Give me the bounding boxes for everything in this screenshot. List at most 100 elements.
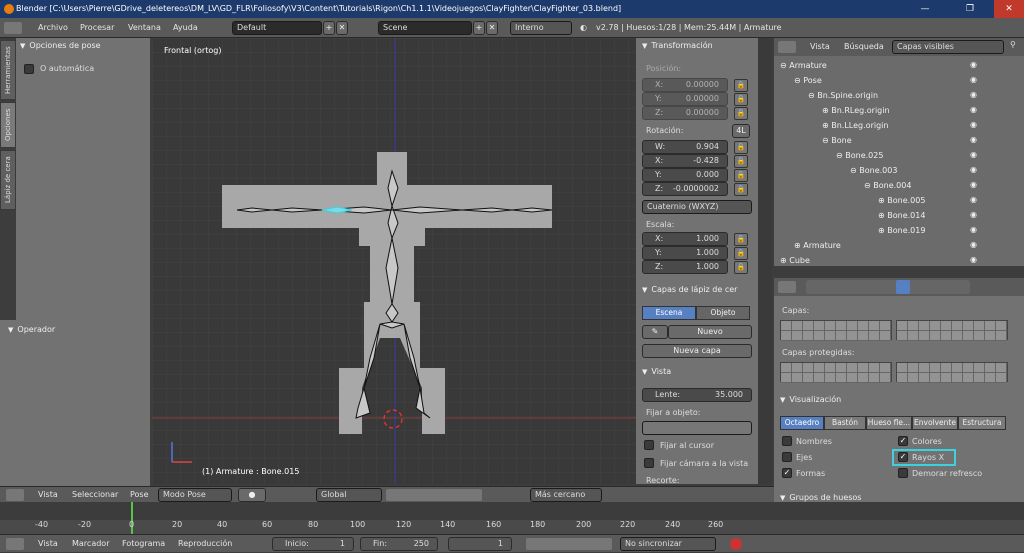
layer-cell[interactable] [825,363,836,373]
eye-icon[interactable]: ◉ [970,105,980,115]
frame-menu[interactable]: Fotograma [122,535,165,553]
layer-cell[interactable] [836,363,847,373]
remove-layout-button[interactable]: ✕ [336,21,348,35]
layer-cell[interactable] [963,321,974,331]
layer-cell[interactable] [974,321,985,331]
editor-type-icon[interactable] [4,22,22,34]
scale-z-field[interactable]: Z: 1.000 [642,260,728,274]
tab-stick[interactable]: Bastón [824,416,866,430]
layer-cell[interactable] [825,373,836,383]
layer-cell[interactable] [963,331,974,341]
lock-icon[interactable]: 🔒 [734,247,748,260]
layer-cell[interactable] [941,363,952,373]
layer-cell[interactable] [847,321,858,331]
menu-window[interactable]: Ventana [128,18,161,38]
layer-cell[interactable] [825,321,836,331]
grease-pencil-header[interactable]: ▼ Capas de lápiz de cer [642,282,737,298]
shading-select[interactable]: ● [238,488,266,502]
layer-cell[interactable] [941,331,952,341]
add-scene-button[interactable]: + [473,21,485,35]
layer-cell[interactable] [847,331,858,341]
list-item[interactable]: ⊖ Armature [780,58,827,73]
layer-cell[interactable] [803,321,814,331]
tab-object[interactable]: Objeto [696,306,750,320]
sync-select[interactable]: No sincronizar [620,537,716,551]
outliner-view-menu[interactable]: Vista [810,38,830,56]
list-item[interactable]: ⊕ Armature [794,238,841,253]
layer-buttons[interactable] [386,489,482,501]
new-layer-button[interactable]: Nueva capa [642,344,752,358]
layers-grid[interactable] [780,320,892,341]
lock-object-field[interactable] [642,421,752,435]
lock-icon[interactable]: 🔒 [734,79,748,92]
start-frame-field[interactable]: Inicio: 1 [272,537,354,551]
shapes-checkbox[interactable]: ✓ [782,468,792,478]
layer-cell[interactable] [869,331,880,341]
tab-grease-pencil[interactable]: Lápiz de cera [0,150,16,210]
lock-icon[interactable]: 🔒 [734,233,748,246]
viewport-canvas[interactable] [152,38,636,484]
bone-data-tab[interactable] [896,280,910,294]
layer-cell[interactable] [792,373,803,383]
layer-cell[interactable] [974,373,985,383]
layer-cell[interactable] [897,321,908,331]
rotation-4l-button[interactable]: 4L [732,124,750,138]
timeline[interactable]: -40 -20 0 20 40 60 80 100 120 140 160 18… [0,502,1024,534]
scale-y-field[interactable]: Y: 1.000 [642,246,728,260]
marker-menu[interactable]: Marcador [72,535,109,553]
eye-icon[interactable]: ◉ [970,195,980,205]
layer-cell[interactable] [985,363,996,373]
layer-cell[interactable] [858,373,869,383]
add-layout-button[interactable]: + [323,21,335,35]
snap-target-select[interactable]: Más cercano [530,488,602,502]
layer-cell[interactable] [869,363,880,373]
tab-scene[interactable]: Escena [642,306,696,320]
protected-layers-grid[interactable] [896,362,1008,383]
layer-cell[interactable] [974,331,985,341]
eye-icon[interactable]: ◉ [970,165,980,175]
layer-cell[interactable] [803,331,814,341]
layer-cell[interactable] [952,363,963,373]
eye-icon[interactable]: ◉ [970,75,980,85]
position-z-field[interactable]: Z: 0.00000 [642,106,728,120]
layer-cell[interactable] [792,331,803,341]
timeline-view-menu[interactable]: Vista [38,535,58,553]
list-item[interactable]: ⊖ Bone.003 [850,163,897,178]
layer-cell[interactable] [908,321,919,331]
layer-cell[interactable] [974,363,985,373]
editor-type-icon[interactable] [6,489,24,501]
menu-render[interactable]: Procesar [80,18,114,38]
editor-type-icon[interactable] [778,41,796,53]
layer-cell[interactable] [930,373,941,383]
layer-cell[interactable] [952,321,963,331]
eye-icon[interactable]: ◉ [970,210,980,220]
playback-menu[interactable]: Reproducción [178,535,232,553]
lock-camera-checkbox[interactable] [644,458,654,468]
auto-ik-checkbox[interactable] [24,64,34,74]
layer-cell[interactable] [919,331,930,341]
transform-header[interactable]: ▼ Transformación [642,38,713,54]
scrollbar[interactable] [758,38,772,484]
pose-menu[interactable]: Pose [130,487,149,503]
delay-refresh-checkbox[interactable] [898,468,908,478]
layer-cell[interactable] [996,321,1007,331]
layer-cell[interactable] [930,331,941,341]
orientation-select[interactable]: Global [316,488,382,502]
layer-cell[interactable] [781,331,792,341]
layer-cell[interactable] [814,331,825,341]
layer-cell[interactable] [919,363,930,373]
eye-icon[interactable]: ◉ [970,150,980,160]
list-item[interactable]: ⊕ Bone.019 [878,223,925,238]
layer-cell[interactable] [880,331,891,341]
lock-icon[interactable]: 🔒 [734,261,748,274]
layer-cell[interactable] [952,331,963,341]
pencil-icon[interactable]: ✎ [642,325,668,339]
layer-cell[interactable] [836,373,847,383]
context-tabs[interactable] [806,280,970,294]
layer-cell[interactable] [847,373,858,383]
display-header[interactable]: ▼ Visualización [780,392,841,408]
lock-icon[interactable]: 🔒 [734,141,748,154]
menu-help[interactable]: Ayuda [173,18,198,38]
layers-grid[interactable] [896,320,1008,341]
layer-cell[interactable] [781,363,792,373]
